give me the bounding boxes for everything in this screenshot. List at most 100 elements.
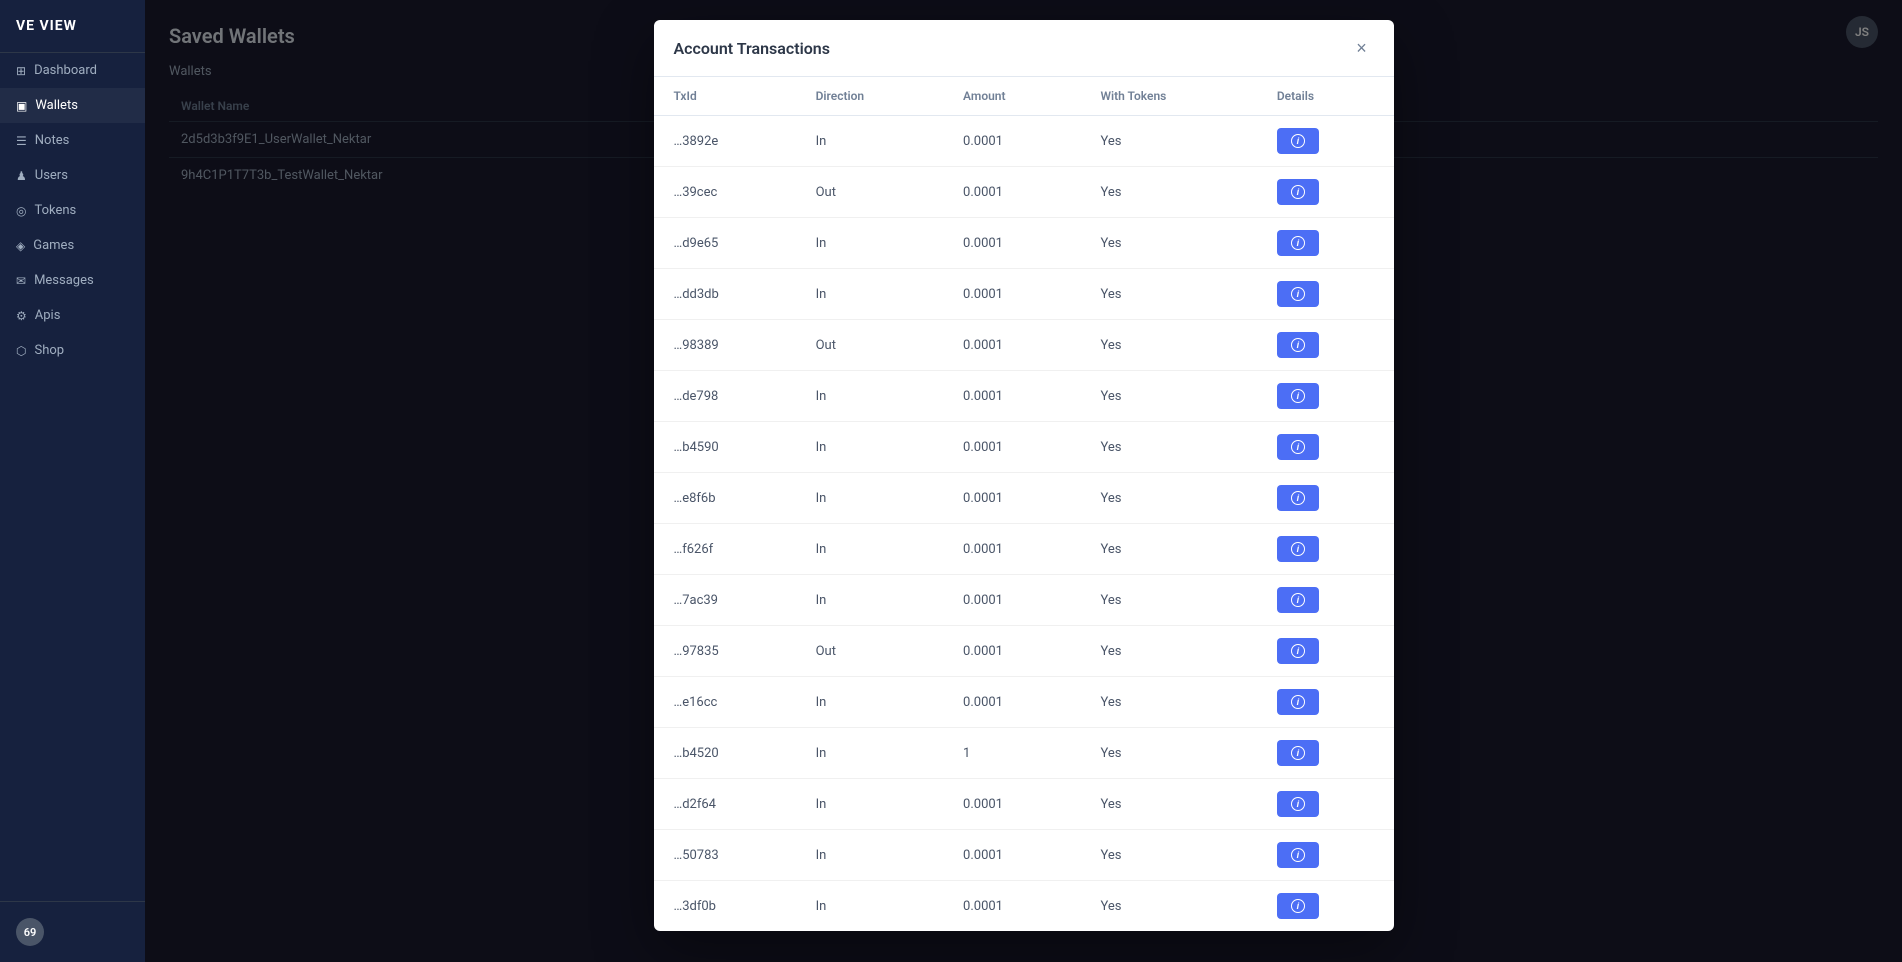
sidebar-item-tokens[interactable]: ◎ Tokens <box>0 193 145 228</box>
apis-icon: ⚙ <box>16 309 27 323</box>
info-icon: i <box>1291 491 1305 505</box>
tx-details: i <box>1257 677 1394 728</box>
tx-details: i <box>1257 371 1394 422</box>
tx-with-tokens: Yes <box>1080 320 1256 371</box>
tx-id: …e8f6b <box>654 473 796 524</box>
details-button[interactable]: i <box>1277 281 1319 307</box>
tx-amount: 0.0001 <box>943 575 1080 626</box>
details-button[interactable]: i <box>1277 893 1319 919</box>
tx-direction: In <box>796 116 943 167</box>
table-row: …b4520 In 1 Yes i <box>654 728 1394 779</box>
details-button[interactable]: i <box>1277 179 1319 205</box>
tx-details: i <box>1257 269 1394 320</box>
info-icon: i <box>1291 440 1305 454</box>
sidebar-item-dashboard[interactable]: ⊞ Dashboard <box>0 53 145 88</box>
tx-id: …dd3db <box>654 269 796 320</box>
tx-with-tokens: Yes <box>1080 473 1256 524</box>
table-row: …d2f64 In 0.0001 Yes i <box>654 779 1394 830</box>
details-button[interactable]: i <box>1277 383 1319 409</box>
tx-amount: 0.0001 <box>943 320 1080 371</box>
sidebar-avatar: 69 <box>16 918 44 946</box>
table-row: …d9e65 In 0.0001 Yes i <box>654 218 1394 269</box>
tx-amount: 0.0001 <box>943 218 1080 269</box>
info-icon: i <box>1291 338 1305 352</box>
tx-direction: Out <box>796 626 943 677</box>
tx-amount: 0.0001 <box>943 116 1080 167</box>
sidebar-item-apis[interactable]: ⚙ Apis <box>0 298 145 333</box>
tx-details: i <box>1257 575 1394 626</box>
sidebar-item-users[interactable]: ♟ Users <box>0 158 145 193</box>
tx-id: …d2f64 <box>654 779 796 830</box>
tx-amount: 0.0001 <box>943 269 1080 320</box>
tx-with-tokens: Yes <box>1080 422 1256 473</box>
tx-id: …b4520 <box>654 728 796 779</box>
tx-id: …f626f <box>654 524 796 575</box>
games-icon: ◈ <box>16 239 25 253</box>
details-button[interactable]: i <box>1277 128 1319 154</box>
sidebar-item-notes[interactable]: ☰ Notes <box>0 123 145 158</box>
table-row: …f626f In 0.0001 Yes i <box>654 524 1394 575</box>
tokens-icon: ◎ <box>16 204 26 218</box>
sidebar-item-games[interactable]: ◈ Games <box>0 228 145 263</box>
tx-direction: In <box>796 473 943 524</box>
details-button[interactable]: i <box>1277 740 1319 766</box>
tx-details: i <box>1257 728 1394 779</box>
col-amount: Amount <box>943 77 1080 116</box>
details-button[interactable]: i <box>1277 332 1319 358</box>
col-txid: TxId <box>654 77 796 116</box>
details-button[interactable]: i <box>1277 791 1319 817</box>
tx-details: i <box>1257 422 1394 473</box>
account-transactions-modal: Account Transactions × TxId Direction Am… <box>654 20 1394 931</box>
sidebar-item-shop[interactable]: ⬡ Shop <box>0 333 145 368</box>
info-icon: i <box>1291 797 1305 811</box>
info-icon: i <box>1291 848 1305 862</box>
tx-direction: In <box>796 371 943 422</box>
table-header: TxId Direction Amount With Tokens Detail… <box>654 77 1394 116</box>
tx-with-tokens: Yes <box>1080 575 1256 626</box>
tx-amount: 0.0001 <box>943 473 1080 524</box>
info-icon: i <box>1291 185 1305 199</box>
tx-id: …39cec <box>654 167 796 218</box>
tx-id: …d9e65 <box>654 218 796 269</box>
tx-details: i <box>1257 881 1394 932</box>
tx-amount: 0.0001 <box>943 677 1080 728</box>
details-button[interactable]: i <box>1277 587 1319 613</box>
info-icon: i <box>1291 236 1305 250</box>
info-icon: i <box>1291 389 1305 403</box>
tx-with-tokens: Yes <box>1080 830 1256 881</box>
table-row: …98389 Out 0.0001 Yes i <box>654 320 1394 371</box>
modal-overlay: Account Transactions × TxId Direction Am… <box>145 0 1902 962</box>
info-icon: i <box>1291 644 1305 658</box>
tx-direction: Out <box>796 320 943 371</box>
table-row: …3892e In 0.0001 Yes i <box>654 116 1394 167</box>
modal-close-button[interactable]: × <box>1350 36 1374 60</box>
tx-details: i <box>1257 626 1394 677</box>
details-button[interactable]: i <box>1277 536 1319 562</box>
tx-with-tokens: Yes <box>1080 371 1256 422</box>
tx-details: i <box>1257 320 1394 371</box>
details-button[interactable]: i <box>1277 842 1319 868</box>
sidebar-item-label: Shop <box>34 343 64 358</box>
sidebar-item-label: Apis <box>35 308 61 323</box>
tx-direction: In <box>796 422 943 473</box>
details-button[interactable]: i <box>1277 485 1319 511</box>
col-direction: Direction <box>796 77 943 116</box>
notes-icon: ☰ <box>16 134 27 148</box>
details-button[interactable]: i <box>1277 638 1319 664</box>
tx-with-tokens: Yes <box>1080 116 1256 167</box>
table-row: …de798 In 0.0001 Yes i <box>654 371 1394 422</box>
main-content: JS Saved Wallets Wallets Wallet Name 2d5… <box>145 0 1902 962</box>
details-button[interactable]: i <box>1277 434 1319 460</box>
details-button[interactable]: i <box>1277 230 1319 256</box>
details-button[interactable]: i <box>1277 689 1319 715</box>
tx-details: i <box>1257 218 1394 269</box>
tx-with-tokens: Yes <box>1080 167 1256 218</box>
tx-direction: In <box>796 881 943 932</box>
tx-details: i <box>1257 116 1394 167</box>
tx-id: …98389 <box>654 320 796 371</box>
tx-amount: 0.0001 <box>943 422 1080 473</box>
tx-with-tokens: Yes <box>1080 779 1256 830</box>
sidebar-item-messages[interactable]: ✉ Messages <box>0 263 145 298</box>
table-row: …50783 In 0.0001 Yes i <box>654 830 1394 881</box>
sidebar-item-wallets[interactable]: ▣ Wallets <box>0 88 145 123</box>
